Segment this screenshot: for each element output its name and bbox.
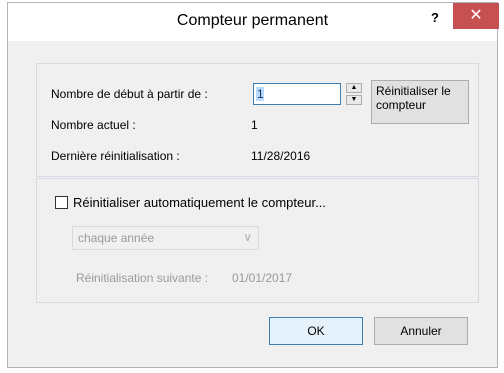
compteur-dialog: Compteur permanent ? ✕ Nombre de début à…: [7, 2, 499, 368]
auto-reset-panel: Réinitialiser automatiquement le compteu…: [36, 178, 479, 303]
help-button[interactable]: ?: [424, 8, 446, 30]
text-selection-highlight: [256, 87, 264, 101]
ok-button[interactable]: OK: [269, 317, 363, 345]
close-button[interactable]: ✕: [453, 3, 499, 29]
counter-settings-panel: Nombre de début à partir de : ▲ ▼ Réinit…: [36, 63, 479, 177]
cancel-button[interactable]: Annuler: [374, 317, 468, 345]
title-bar: Compteur permanent ? ✕: [8, 3, 499, 41]
next-reset-label: Réinitialisation suivante :: [76, 271, 209, 285]
reset-frequency-select[interactable]: chaque année ∨: [72, 226, 259, 250]
reset-counter-button[interactable]: Réinitialiser le compteur: [371, 80, 469, 124]
reset-frequency-value: chaque année: [78, 231, 155, 245]
auto-reset-checkbox[interactable]: [55, 196, 68, 209]
spin-up-icon[interactable]: ▲: [346, 83, 362, 93]
current-number-label: Nombre actuel :: [51, 118, 136, 132]
close-icon: ✕: [469, 7, 483, 24]
start-number-label: Nombre de début à partir de :: [51, 87, 208, 101]
start-number-spinner[interactable]: ▲ ▼: [346, 83, 362, 105]
start-number-field[interactable]: [254, 84, 337, 103]
last-reset-label: Dernière réinitialisation :: [51, 149, 180, 163]
last-reset-value: 11/28/2016: [251, 149, 311, 163]
start-number-input[interactable]: [253, 83, 341, 105]
current-number-value: 1: [251, 118, 258, 132]
spin-down-icon[interactable]: ▼: [346, 95, 362, 105]
next-reset-value: 01/01/2017: [232, 271, 293, 285]
auto-reset-label[interactable]: Réinitialiser automatiquement le compteu…: [73, 195, 326, 210]
chevron-down-icon: ∨: [243, 230, 252, 244]
